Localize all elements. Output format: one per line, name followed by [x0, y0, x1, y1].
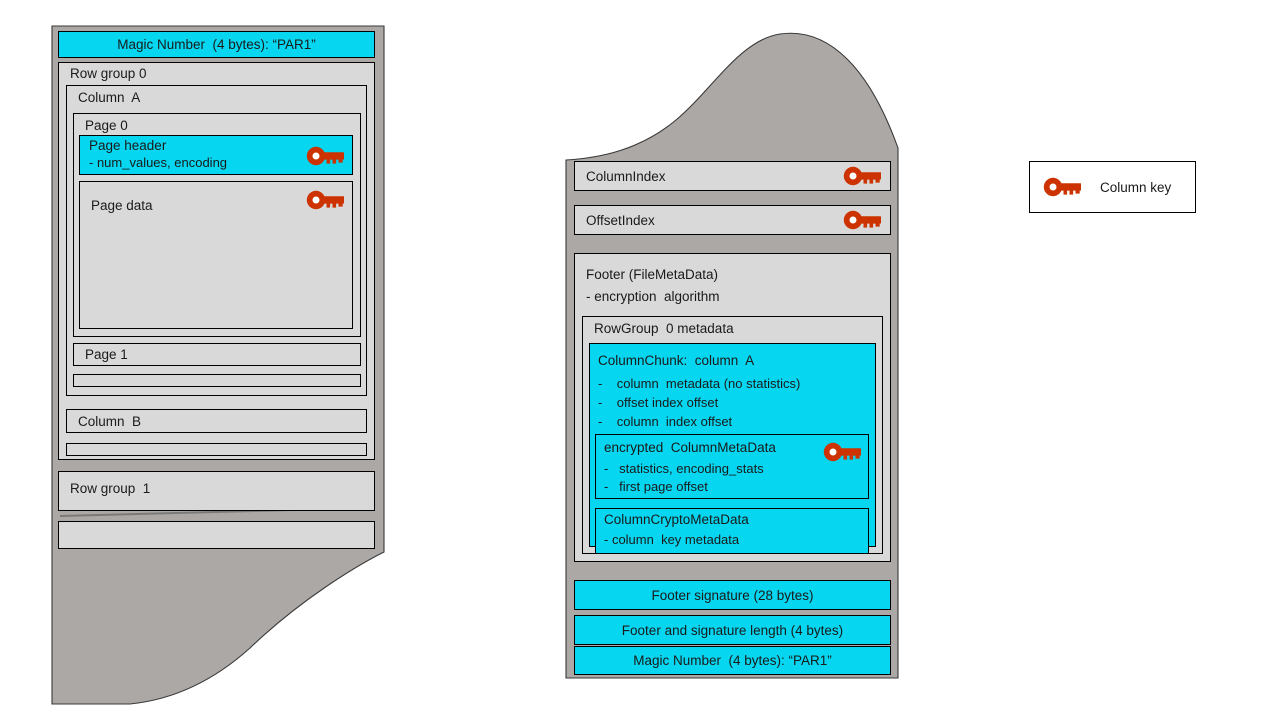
footer-encryption-algorithm: - encryption algorithm: [586, 289, 720, 304]
offset-index-label: OffsetIndex: [586, 213, 655, 228]
diagram-canvas: Magic Number (4 bytes): “PAR1” Row group…: [0, 0, 1280, 720]
row-group-0-label: Row group 0: [70, 66, 147, 81]
footer-signature-length-label: Footer and signature length (4 bytes): [621, 623, 844, 638]
encrypted-column-metadata-bullet-0: - statistics, encoding_stats: [604, 461, 764, 476]
left-magic-number-label: Magic Number (4 bytes): “PAR1”: [117, 37, 316, 52]
page-0-label: Page 0: [85, 118, 128, 133]
column-chunk-bullet-0: - column metadata (no statistics): [598, 376, 801, 391]
column-index-label: ColumnIndex: [586, 169, 666, 184]
page-header-key-icon: [306, 146, 344, 166]
column-index-key-icon: [843, 166, 881, 186]
footer-signature-label: Footer signature (28 bytes): [651, 588, 814, 603]
page-sliver-box: [73, 374, 361, 387]
page-data-key-icon: [306, 190, 344, 210]
page-data-label: Page data: [91, 198, 153, 213]
offset-index-key-icon: [843, 210, 881, 230]
row-group-1-label: Row group 1: [70, 481, 151, 496]
column-sliver-box: [66, 443, 367, 456]
legend-key-icon: [1043, 177, 1081, 197]
column-a-label: Column A: [78, 90, 141, 105]
encrypted-column-metadata-key-icon: [823, 442, 861, 462]
column-chunk-bullet-1: - offset index offset: [598, 395, 719, 410]
page-header-detail: - num_values, encoding: [89, 155, 228, 170]
encrypted-column-metadata-bullet-1: - first page offset: [604, 479, 708, 494]
column-crypto-metadata-bullet-0: - column key metadata: [604, 532, 740, 547]
column-chunk-bullet-2: - column index offset: [598, 414, 733, 429]
encrypted-column-metadata-title: encrypted ColumnMetaData: [604, 440, 776, 455]
page-header-title: Page header: [89, 138, 167, 153]
page-1-label: Page 1: [85, 347, 128, 362]
right-magic-number-label: Magic Number (4 bytes): “PAR1”: [633, 653, 832, 668]
column-chunk-title: ColumnChunk: column A: [598, 353, 755, 368]
rowgroup-0-metadata-label: RowGroup 0 metadata: [594, 321, 734, 336]
column-b-label: Column B: [78, 414, 142, 429]
legend-key-label: Column key: [1100, 180, 1172, 195]
footer-title: Footer (FileMetaData): [586, 267, 719, 282]
column-crypto-metadata-title: ColumnCryptoMetaData: [604, 512, 749, 527]
row-group-sliver-box: [58, 521, 375, 549]
